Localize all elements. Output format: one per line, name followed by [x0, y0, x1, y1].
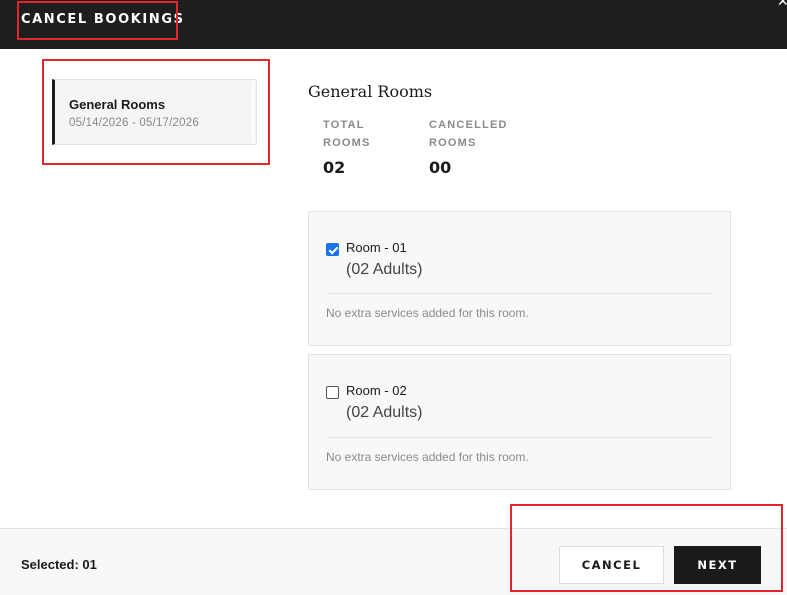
- modal-footer: Selected: 01 CANCEL NEXT: [0, 528, 787, 595]
- room-divider: [326, 293, 713, 294]
- section-title: General Rooms: [308, 82, 433, 101]
- cancelled-rooms-value: 00: [429, 158, 452, 177]
- total-rooms-label: TOTAL ROOMS: [323, 119, 371, 149]
- room-type-dates: 05/14/2026 - 05/17/2026: [69, 117, 199, 129]
- room-type-card[interactable]: General Rooms 05/14/2026 - 05/17/2026: [52, 79, 257, 145]
- room-services-note: No extra services added for this room.: [326, 450, 529, 464]
- room-name: Room - 02: [346, 383, 407, 398]
- room-divider: [326, 437, 713, 438]
- cancelled-rooms-label: CANCELLED ROOMS: [429, 119, 508, 149]
- next-button[interactable]: NEXT: [674, 546, 761, 584]
- room-guests: (02 Adults): [346, 404, 423, 421]
- room-guests: (02 Adults): [346, 261, 423, 278]
- close-icon[interactable]: ✕: [777, 0, 787, 8]
- modal-header: CANCEL BOOKINGS ✕: [0, 0, 787, 49]
- room-checkbox[interactable]: [326, 243, 339, 256]
- room-card: Room - 01 (02 Adults) No extra services …: [308, 211, 731, 346]
- selected-count: Selected: 01: [21, 557, 97, 572]
- room-name: Room - 01: [346, 240, 407, 255]
- total-rooms-value: 02: [323, 158, 346, 177]
- room-card: Room - 02 (02 Adults) No extra services …: [308, 354, 731, 490]
- card-edge-divider: [252, 81, 254, 143]
- room-services-note: No extra services added for this room.: [326, 306, 529, 320]
- page-title: CANCEL BOOKINGS: [21, 12, 185, 27]
- cancel-button[interactable]: CANCEL: [559, 546, 664, 584]
- room-type-name: General Rooms: [69, 97, 166, 112]
- room-checkbox[interactable]: [326, 386, 339, 399]
